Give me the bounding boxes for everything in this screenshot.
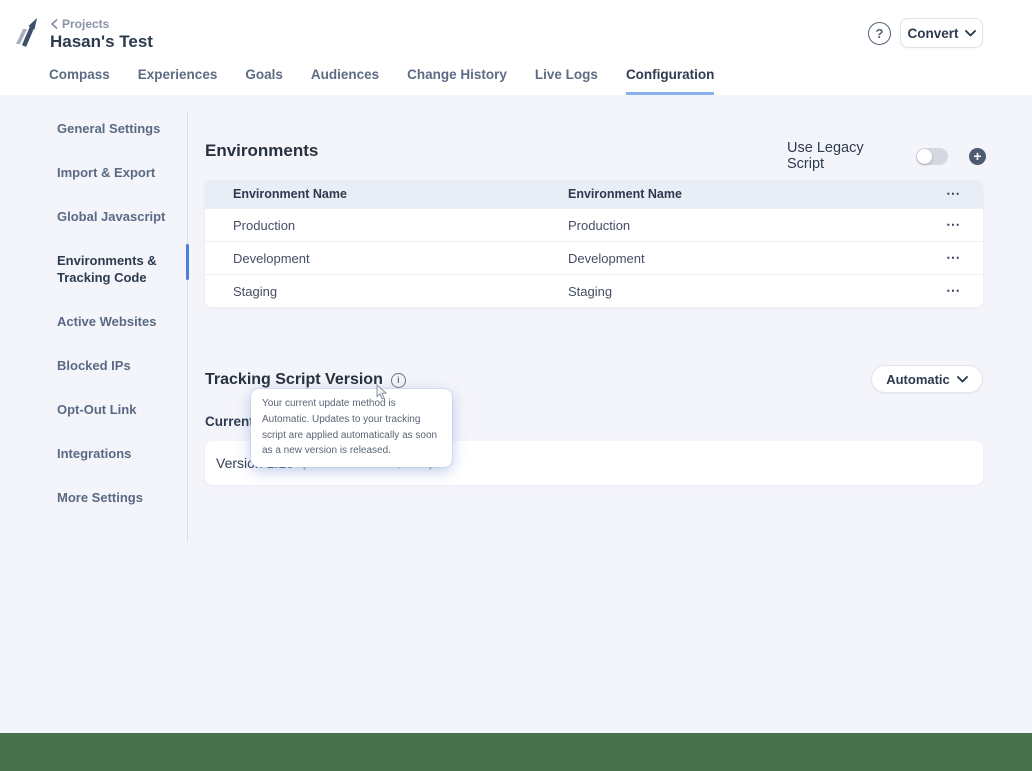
row-menu-icon[interactable]: ⋯	[946, 216, 961, 232]
table-header-row: Environment Name Environment Name ⋯	[205, 180, 983, 208]
convert-button-label: Convert	[907, 26, 958, 41]
tab-change-history[interactable]: Change History	[407, 67, 507, 95]
breadcrumb[interactable]: Projects	[50, 17, 109, 31]
info-icon[interactable]: i	[391, 373, 406, 388]
help-button[interactable]: ?	[868, 22, 891, 45]
env-name-cell: Development	[568, 251, 923, 266]
main-nav-tabs: Compass Experiences Goals Audiences Chan…	[49, 67, 714, 95]
settings-sidebar: General Settings Import & Export Global …	[57, 120, 187, 506]
sidebar-divider	[187, 112, 188, 542]
table-row: Development Development ⋯	[205, 241, 983, 274]
update-method-label: Automatic	[886, 372, 950, 387]
tab-compass[interactable]: Compass	[49, 67, 110, 95]
app-logo-icon	[12, 16, 42, 48]
env-name-cell: Development	[205, 251, 568, 266]
tracking-version-tooltip: Your current update method is Automatic.…	[251, 389, 452, 467]
tracking-title-label: Tracking Script Version	[205, 371, 383, 389]
env-name-cell: Staging	[205, 284, 568, 299]
sidebar-item-opt-out-link[interactable]: Opt-Out Link	[57, 401, 187, 418]
sidebar-item-blocked-ips[interactable]: Blocked IPs	[57, 357, 187, 374]
app-screen: Projects Hasan's Test ? Convert Compass …	[0, 0, 1032, 771]
tab-live-logs[interactable]: Live Logs	[535, 67, 598, 95]
sidebar-item-environments-tracking-code[interactable]: Environments & Tracking Code	[57, 252, 187, 286]
tab-configuration[interactable]: Configuration	[626, 67, 714, 95]
question-mark-icon: ?	[876, 26, 884, 41]
breadcrumb-label: Projects	[62, 17, 109, 31]
sidebar-item-global-javascript[interactable]: Global Javascript	[57, 208, 187, 225]
app-header: Projects Hasan's Test ? Convert Compass …	[0, 0, 1032, 95]
chevron-down-icon	[957, 376, 968, 383]
column-header-environment-name-2: Environment Name	[568, 187, 923, 201]
page-title: Hasan's Test	[50, 32, 153, 52]
env-name-cell: Staging	[568, 284, 923, 299]
environments-section-title: Environments	[205, 141, 318, 161]
table-row: Production Production ⋯	[205, 208, 983, 241]
env-name-cell: Production	[568, 218, 923, 233]
mouse-pointer-icon	[376, 384, 388, 405]
sidebar-item-general-settings[interactable]: General Settings	[57, 120, 187, 137]
chevron-down-icon	[965, 30, 976, 37]
env-name-cell: Production	[205, 218, 568, 233]
sidebar-active-indicator	[186, 244, 189, 280]
add-environment-button[interactable]: +	[969, 148, 986, 165]
sidebar-item-active-websites[interactable]: Active Websites	[57, 313, 187, 330]
tab-goals[interactable]: Goals	[245, 67, 283, 95]
table-header-menu-icon[interactable]: ⋯	[946, 185, 961, 201]
environments-table: Environment Name Environment Name ⋯ Prod…	[205, 180, 983, 307]
use-legacy-script-label: Use Legacy Script	[787, 140, 903, 172]
convert-button[interactable]: Convert	[900, 18, 983, 48]
update-method-dropdown[interactable]: Automatic	[871, 365, 983, 393]
sidebar-item-import-export[interactable]: Import & Export	[57, 164, 187, 181]
sidebar-item-more-settings[interactable]: More Settings	[57, 489, 187, 506]
footer-bar	[0, 733, 1032, 771]
use-legacy-script-toggle[interactable]	[916, 148, 948, 165]
column-header-environment-name-1: Environment Name	[205, 187, 568, 201]
row-menu-icon[interactable]: ⋯	[946, 249, 961, 265]
row-menu-icon[interactable]: ⋯	[946, 282, 961, 298]
tab-experiences[interactable]: Experiences	[138, 67, 218, 95]
table-row: Staging Staging ⋯	[205, 274, 983, 307]
sidebar-item-integrations[interactable]: Integrations	[57, 445, 187, 462]
plus-icon: +	[973, 149, 981, 163]
toggle-knob	[917, 149, 932, 164]
chevron-left-icon	[50, 19, 58, 29]
legacy-script-row: Use Legacy Script +	[787, 140, 986, 172]
tab-audiences[interactable]: Audiences	[311, 67, 379, 95]
